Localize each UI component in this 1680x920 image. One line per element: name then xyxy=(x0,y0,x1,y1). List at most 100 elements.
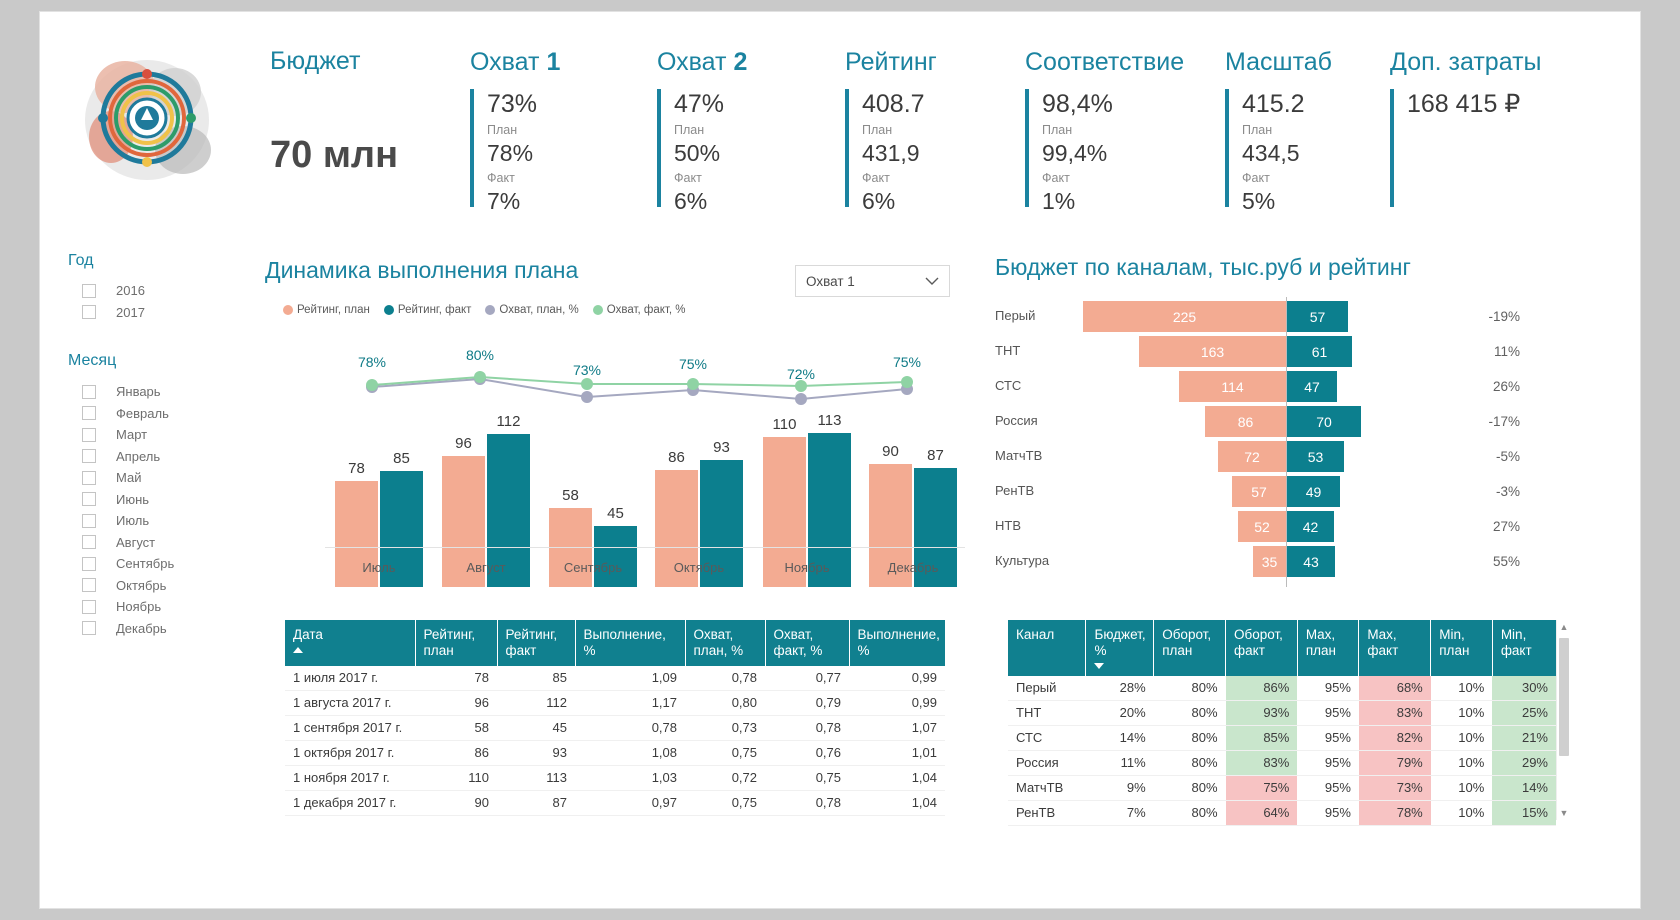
col-header-max-plan[interactable]: Max, план xyxy=(1297,620,1360,676)
slicer-item-2016[interactable]: 2016 xyxy=(82,280,145,302)
funnel-row-rentv[interactable]: РенТВ 57 49 -3% xyxy=(995,476,1595,507)
funnel-row-tnt[interactable]: ТНТ 163 61 11% xyxy=(995,336,1595,367)
checkbox-icon[interactable] xyxy=(82,535,96,550)
table-row[interactable]: 1 октября 2017 г. 86 93 1,08 0,75 0,76 1… xyxy=(285,740,945,766)
checkbox-icon[interactable] xyxy=(82,556,96,571)
col-header-rating-fact[interactable]: Рейтинг, факт xyxy=(497,620,576,666)
funnel-row-pervyi[interactable]: Перый 225 57 -19% xyxy=(995,301,1595,332)
slicer-item-2017[interactable]: 2017 xyxy=(82,302,145,324)
checkbox-icon[interactable] xyxy=(82,621,96,636)
slicer-item-dekabr[interactable]: Декабрь xyxy=(82,618,174,640)
funnel-bar-rating[interactable]: 53 xyxy=(1287,441,1344,472)
bar-group-october[interactable]: 86 93 xyxy=(653,382,745,587)
funnel-bar-rating[interactable]: 47 xyxy=(1287,371,1337,402)
table-row[interactable]: 1 июля 2017 г. 78 85 1,09 0,78 0,77 0,99 xyxy=(285,666,945,691)
checkbox-icon[interactable] xyxy=(82,492,96,507)
funnel-bar-budget[interactable]: 57 xyxy=(1232,476,1286,507)
table-row[interactable]: РенТВ 7% 80% 64% 95% 78% 10% 15% xyxy=(1008,800,1556,826)
scroll-down-arrow-icon[interactable]: ▼ xyxy=(1557,806,1571,820)
funnel-row-matchtv[interactable]: МатчТВ 72 53 -5% xyxy=(995,441,1595,472)
funnel-bar-budget[interactable]: 52 xyxy=(1238,511,1286,542)
funnel-bar-rating[interactable]: 42 xyxy=(1287,511,1334,542)
table-row[interactable]: Перый 28% 80% 86% 95% 68% 10% 30% xyxy=(1008,676,1556,701)
table-row[interactable]: МатчТВ 9% 80% 75% 95% 73% 10% 14% xyxy=(1008,775,1556,801)
checkbox-icon[interactable] xyxy=(82,406,96,421)
funnel-row-label: СТС xyxy=(995,378,1022,393)
table-row[interactable]: 1 сентября 2017 г. 58 45 0,78 0,73 0,78 … xyxy=(285,715,945,741)
checkbox-icon[interactable] xyxy=(82,283,96,298)
checkbox-icon[interactable] xyxy=(82,427,96,442)
bar-group-december[interactable]: 90 87 xyxy=(867,382,959,587)
slicer-item-avgust[interactable]: Август xyxy=(82,532,174,554)
scroll-up-arrow-icon[interactable]: ▲ xyxy=(1557,620,1571,634)
slicer-item-mai[interactable]: Май xyxy=(82,467,174,489)
funnel-bar-rating[interactable]: 61 xyxy=(1287,336,1352,367)
slicer-item-aprel[interactable]: Апрель xyxy=(82,446,174,468)
slicer-item-iyun[interactable]: Июнь xyxy=(82,489,174,511)
checkbox-icon[interactable] xyxy=(82,305,96,320)
funnel-bar-budget[interactable]: 114 xyxy=(1179,371,1286,402)
col-header-min-fact[interactable]: Min, факт xyxy=(1492,620,1556,676)
funnel-bar-rating[interactable]: 57 xyxy=(1287,301,1348,332)
funnel-bar-budget[interactable]: 35 xyxy=(1253,546,1286,577)
slicer-item-sentyabr[interactable]: Сентябрь xyxy=(82,553,174,575)
table-row[interactable]: 1 декабря 2017 г. 90 87 0,97 0,75 0,78 1… xyxy=(285,790,945,816)
plan-execution-table[interactable]: Дата Рейтинг, план Рейтинг, факт Выполне… xyxy=(285,620,945,816)
table-row[interactable]: 1 ноября 2017 г. 110 113 1,03 0,72 0,75 … xyxy=(285,765,945,791)
col-header-execution-2[interactable]: Выполнение, % xyxy=(849,620,945,666)
table-vertical-scrollbar[interactable]: ▲ ▼ xyxy=(1556,620,1571,820)
col-header-execution-1[interactable]: Выполнение, % xyxy=(575,620,686,666)
col-header-turnover-fact[interactable]: Оборот, факт xyxy=(1225,620,1298,676)
funnel-row-rossiya[interactable]: Россия 86 70 -17% xyxy=(995,406,1595,437)
table-row[interactable]: СТС 14% 80% 85% 95% 82% 10% 21% xyxy=(1008,725,1556,751)
funnel-row-sts[interactable]: СТС 114 47 26% xyxy=(995,371,1595,402)
col-header-reach-plan[interactable]: Охват, план, % xyxy=(685,620,766,666)
bar-group-august[interactable]: 96 112 xyxy=(440,382,532,587)
funnel-bar-budget[interactable]: 86 xyxy=(1205,406,1286,437)
slicer-item-mart[interactable]: Март xyxy=(82,424,174,446)
bar-group-september[interactable]: 58 45 xyxy=(547,382,639,587)
slicer-month-list[interactable]: Январь Февраль Март Апрель Май Июнь Июль… xyxy=(82,381,174,639)
col-header-date[interactable]: Дата xyxy=(285,620,416,666)
slicer-year-list[interactable]: 2016 2017 xyxy=(82,280,145,323)
bar-group-july[interactable]: 78 85 xyxy=(333,382,425,587)
col-header-min-plan[interactable]: Min, план xyxy=(1430,620,1493,676)
funnel-bar-budget[interactable]: 72 xyxy=(1218,441,1286,472)
bar-fact[interactable] xyxy=(594,526,637,587)
slicer-item-fevral[interactable]: Февраль xyxy=(82,403,174,425)
funnel-row-ntv[interactable]: НТВ 52 42 27% xyxy=(995,511,1595,542)
table-row[interactable]: 1 августа 2017 г. 96 112 1,17 0,80 0,79 … xyxy=(285,690,945,716)
col-header-rating-plan[interactable]: Рейтинг, план xyxy=(415,620,498,666)
channel-metrics-table[interactable]: Канал Бюджет, % Оборот, план Оборот, фак… xyxy=(1008,620,1556,826)
kpi-body: 415.2 План 434,5 Факт 5% xyxy=(1225,89,1385,214)
measure-dropdown[interactable]: Охват 1 xyxy=(795,265,950,297)
funnel-bar-budget[interactable]: 163 xyxy=(1139,336,1286,367)
checkbox-icon[interactable] xyxy=(82,449,96,464)
checkbox-icon[interactable] xyxy=(82,513,96,528)
table-row[interactable]: ТНТ 20% 80% 93% 95% 83% 10% 25% xyxy=(1008,700,1556,726)
col-header-channel[interactable]: Канал xyxy=(1008,620,1087,676)
col-header-reach-fact[interactable]: Охват, факт, % xyxy=(765,620,850,666)
slicer-item-iyul[interactable]: Июль xyxy=(82,510,174,532)
channel-chart[interactable]: Перый 225 57 -19% ТНТ 163 61 11% СТС 114… xyxy=(995,297,1595,587)
scrollbar-thumb[interactable] xyxy=(1559,638,1569,756)
funnel-bar-rating[interactable]: 43 xyxy=(1287,546,1335,577)
checkbox-icon[interactable] xyxy=(82,470,96,485)
table-row[interactable]: Россия 11% 80% 83% 95% 79% 10% 29% xyxy=(1008,750,1556,776)
slicer-item-oktyabr[interactable]: Октябрь xyxy=(82,575,174,597)
checkbox-icon[interactable] xyxy=(82,384,96,399)
checkbox-icon[interactable] xyxy=(82,599,96,614)
funnel-row-kultura[interactable]: Культура 35 43 55% xyxy=(995,546,1595,577)
slicer-item-yanvar[interactable]: Январь xyxy=(82,381,174,403)
category-label-july: Июль xyxy=(362,560,396,575)
checkbox-icon[interactable] xyxy=(82,578,96,593)
funnel-bar-budget[interactable]: 225 xyxy=(1083,301,1286,332)
funnel-bar-rating[interactable]: 70 xyxy=(1287,406,1361,437)
bar-group-november[interactable]: 110 113 xyxy=(761,382,853,587)
funnel-bar-rating[interactable]: 49 xyxy=(1287,476,1340,507)
slicer-item-noyabr[interactable]: Ноябрь xyxy=(82,596,174,618)
col-header-budget-pct[interactable]: Бюджет, % xyxy=(1085,620,1155,676)
col-header-max-fact[interactable]: Max, факт xyxy=(1358,620,1432,676)
col-header-turnover-plan[interactable]: Оборот, план xyxy=(1153,620,1227,676)
combo-chart[interactable]: 78% 80% 73% 75% 72% 75% 78 85 96 112 58 … xyxy=(295,342,965,587)
